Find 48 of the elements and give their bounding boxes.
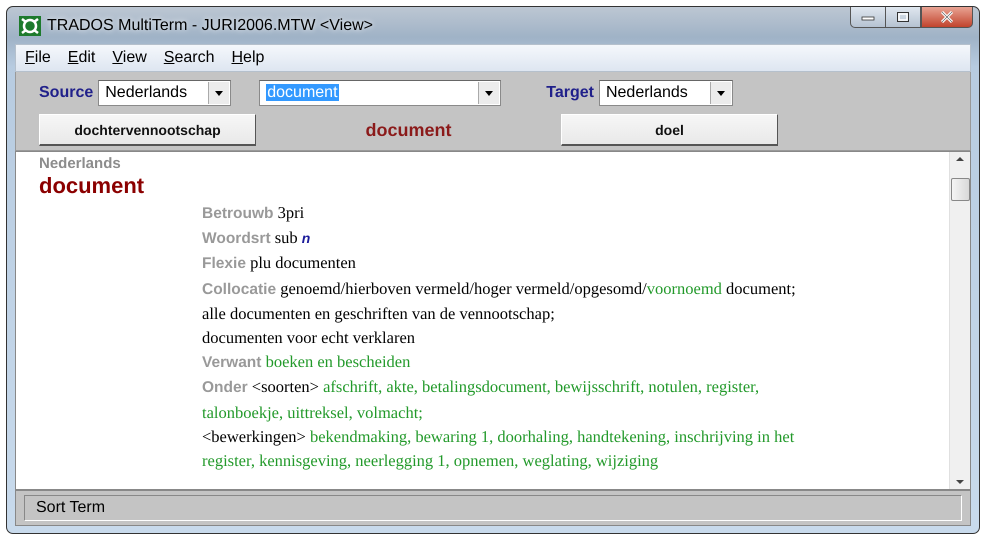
close-button[interactable] [921,7,973,28]
close-icon [940,11,954,23]
field-value: <bewerkingen> [202,426,307,446]
next-term-button[interactable]: doel [561,114,778,146]
field-value: genoemd/hierboven vermeld/hoger vermeld/opgesomd/ [280,278,647,298]
scroll-down-icon [955,479,965,485]
field-label: Collocatie [202,280,276,298]
field-value: document; [725,278,796,298]
menu-item[interactable]: Edit [58,49,102,67]
status-text: Sort Term [24,495,962,521]
entry-term: document [39,173,146,199]
target-language-dropdown[interactable]: Nederlands [598,80,733,106]
cross-reference-link[interactable]: register, kennisgeving, neerlegging 1, opnemen, weglating, wijziging [202,451,658,470]
language-heading: Nederlands [39,155,122,173]
field-value: 3pri [278,203,304,222]
minimize-button[interactable] [850,7,885,28]
cross-reference-link[interactable]: voornoemd [646,278,722,298]
cross-reference-link[interactable]: talonboekje, uittreksel, volmacht; [202,402,423,422]
field-value: <soorten> [252,377,320,396]
current-term: document [364,120,452,140]
app-logo-icon [19,16,41,36]
scroll-up-icon [955,156,965,162]
window-title: TRADOS MultiTerm - JURI2006.MTW <View> [47,16,373,34]
gender-value: n [302,230,310,246]
scroll-thumb[interactable] [950,178,970,201]
maximize-button[interactable] [885,7,921,28]
scroll-bar[interactable] [949,152,970,489]
menu-item[interactable]: Search [154,49,222,67]
field-label: Woordsrt [202,230,271,248]
field-label: Flexie [202,255,246,272]
source-language-dropdown[interactable]: Nederlands [98,80,232,106]
previous-term-button[interactable]: dochtervennootschap [39,114,256,146]
source-label: Source [39,84,94,102]
maximize-icon [896,11,910,23]
field-label: Betrouwb [202,205,274,222]
field-label: Onder [202,379,248,396]
menu-item[interactable]: View [102,49,154,67]
field-label: Verwant [202,354,262,372]
target-label: Target [546,84,594,102]
field-value: alle documenten en geschriften van de vennootschap; [202,304,555,323]
field-value: sub [274,228,298,248]
cross-reference-link[interactable]: bekendmaking, bewaring 1, doorhaling, handtekening, inschrijving in het [310,426,794,446]
field-value: documenten voor echt verklaren [202,328,416,348]
cross-reference-link[interactable]: boeken en bescheiden [266,352,410,372]
menu-item[interactable]: File [16,49,58,67]
cross-reference-link[interactable]: afschrift, akte, betalingsdocument, bewijsschrift, notulen, register, [323,377,760,396]
field-value: plu documenten [250,253,356,272]
menu-item[interactable]: Help [221,49,272,67]
